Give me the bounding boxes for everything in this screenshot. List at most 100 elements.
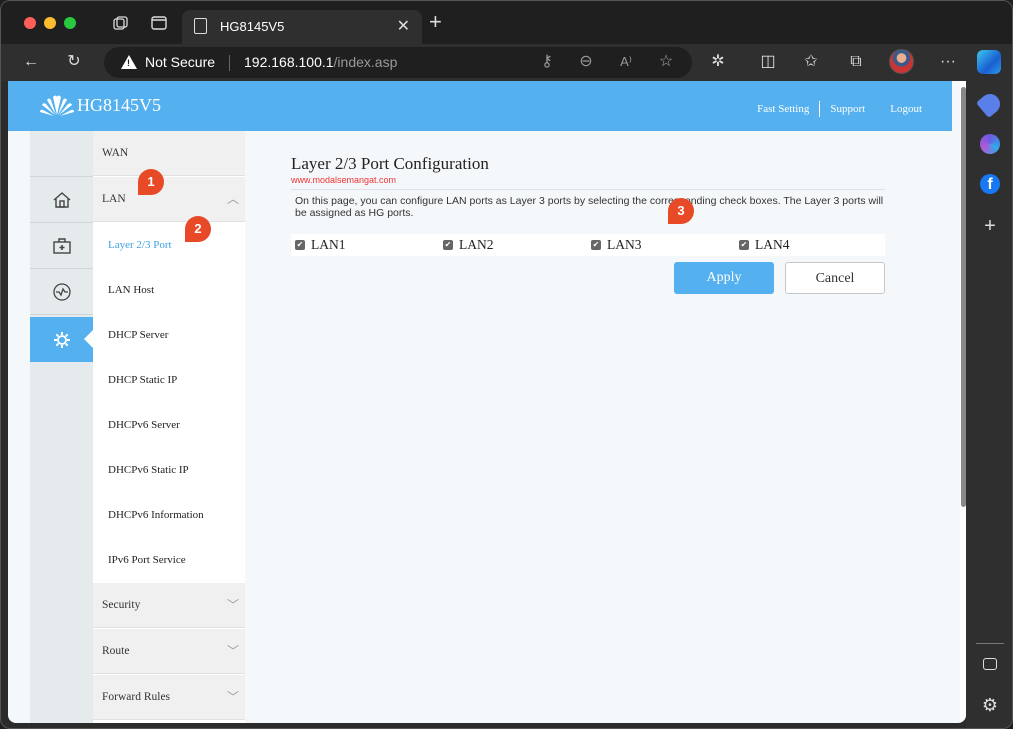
lan3-checkbox[interactable]: ✔ LAN3 xyxy=(587,237,735,253)
document-icon xyxy=(194,18,207,34)
menu-lan[interactable]: LAN ︿ xyxy=(93,177,245,222)
home-nav[interactable] xyxy=(30,177,93,223)
lan4-checkbox[interactable]: ✔ LAN4 xyxy=(735,237,883,253)
diagnose-nav[interactable] xyxy=(30,269,93,315)
maximize-window-button[interactable] xyxy=(64,17,76,29)
lan4-label: LAN4 xyxy=(755,237,790,252)
facebook-icon[interactable]: f xyxy=(980,174,1000,194)
tab-actions-icon[interactable] xyxy=(150,14,168,32)
back-icon[interactable]: ← xyxy=(21,52,41,72)
favorites-icon[interactable]: ✩ xyxy=(801,52,821,72)
menu-item-dhcp-server[interactable]: DHCP Server xyxy=(93,313,245,358)
huawei-logo-icon xyxy=(40,95,74,116)
header-link-separator xyxy=(819,101,821,117)
toolbox-nav[interactable] xyxy=(30,223,93,269)
browser-window: HG8145V5 ✕ + ← ↻ Not Secure 192.168.100.… xyxy=(0,0,1013,729)
logout-link[interactable]: Logout xyxy=(890,103,922,115)
action-buttons: Apply Cancel xyxy=(674,262,885,294)
settings-nav[interactable] xyxy=(30,317,93,362)
copilot-icon[interactable] xyxy=(977,50,1001,74)
home-icon xyxy=(53,191,70,208)
icon-nav-spacer xyxy=(30,131,93,177)
minimize-window-button[interactable] xyxy=(44,17,56,29)
lan2-label: LAN2 xyxy=(459,237,494,252)
menu-route[interactable]: Route ﹀ xyxy=(93,629,245,674)
menu-security-label: Security xyxy=(102,599,141,611)
page-title: Layer 2/3 Port Configuration xyxy=(291,154,489,173)
lan3-label: LAN3 xyxy=(607,237,642,252)
browser-toolbar: ← ↻ Not Secure 192.168.100.1/index.asp ⚷… xyxy=(1,44,1012,81)
apply-button[interactable]: Apply xyxy=(674,262,774,294)
router-model: HG8145V5 xyxy=(77,95,161,115)
new-tab-button[interactable]: + xyxy=(429,11,442,33)
lan2-checkbox[interactable]: ✔ LAN2 xyxy=(439,237,587,253)
lan1-label: LAN1 xyxy=(311,237,346,252)
menu-item-layer-2-3-port[interactable]: Layer 2/3 Port xyxy=(93,223,245,268)
checkbox-checked-icon[interactable]: ✔ xyxy=(295,240,305,250)
url-host: 192.168.100.1 xyxy=(244,54,334,70)
pulse-icon xyxy=(52,282,71,301)
watermark-text: www.modalsemangat.com xyxy=(291,175,397,185)
checkbox-checked-icon[interactable]: ✔ xyxy=(443,240,453,250)
gear-icon xyxy=(53,331,70,348)
collections-icon[interactable]: ⧉ xyxy=(846,52,866,72)
tab-strip: HG8145V5 ✕ + xyxy=(1,1,1012,44)
support-link[interactable]: Support xyxy=(830,103,865,115)
more-icon[interactable]: ··· xyxy=(938,52,958,72)
favorite-star-icon[interactable]: ☆ xyxy=(656,52,676,72)
title-divider xyxy=(291,189,885,190)
menu-item-dhcpv6-static-ip[interactable]: DHCPv6 Static IP xyxy=(93,448,245,493)
router-header: HG8145V5 Fast Setting Support Logout xyxy=(8,81,952,131)
add-sidebar-app-icon[interactable]: + xyxy=(980,216,1000,236)
extensions-icon[interactable]: ✲ xyxy=(708,52,728,72)
checkbox-checked-icon[interactable]: ✔ xyxy=(591,240,601,250)
menu-lan-label: LAN xyxy=(102,193,126,205)
checkbox-checked-icon[interactable]: ✔ xyxy=(739,240,749,250)
profile-avatar[interactable] xyxy=(889,49,914,74)
page-description: On this page, you can configure LAN port… xyxy=(295,195,884,219)
url-text[interactable]: 192.168.100.1/index.asp xyxy=(244,54,397,70)
menu-item-ipv6-port-service[interactable]: IPv6 Port Service xyxy=(93,538,245,583)
tab-close-icon[interactable]: ✕ xyxy=(397,16,410,36)
menu-item-dhcpv6-server[interactable]: DHCPv6 Server xyxy=(93,403,245,448)
cancel-button[interactable]: Cancel xyxy=(785,262,885,294)
main-content: Layer 2/3 Port Configuration www.modalse… xyxy=(291,154,885,294)
close-window-button[interactable] xyxy=(24,17,36,29)
fast-setting-link[interactable]: Fast Setting xyxy=(757,103,809,115)
hide-sidebar-icon[interactable] xyxy=(983,658,997,670)
menu-wan[interactable]: WAN xyxy=(93,131,245,176)
lan1-checkbox[interactable]: ✔ LAN1 xyxy=(291,237,439,253)
chevron-down-icon: ﹀ xyxy=(226,690,239,704)
copilot-sidebar-icon[interactable] xyxy=(980,134,1000,154)
security-label: Not Secure xyxy=(145,54,216,70)
callout-badge-2: 2 xyxy=(185,216,211,242)
menu-item-dhcpv6-information[interactable]: DHCPv6 Information xyxy=(93,493,245,538)
shopping-tag-icon[interactable] xyxy=(975,89,1005,119)
settings-menu: WAN LAN ︿ Layer 2/3 Port LAN Host DHCP Se… xyxy=(93,131,245,723)
sidebar-divider xyxy=(976,643,1004,644)
address-bar[interactable]: Not Secure 192.168.100.1/index.asp ⚷ ⊖ A… xyxy=(104,47,692,78)
port-checkbox-row: ✔ LAN1 ✔ LAN2 ✔ LAN3 ✔ LAN4 xyxy=(291,234,885,256)
warning-icon xyxy=(121,55,137,69)
zoom-out-icon[interactable]: ⊖ xyxy=(576,52,596,72)
menu-item-lan-host[interactable]: LAN Host xyxy=(93,268,245,313)
active-tab[interactable]: HG8145V5 ✕ xyxy=(182,10,422,44)
chevron-down-icon: ﹀ xyxy=(226,598,239,612)
menu-route-label: Route xyxy=(102,645,130,657)
key-icon[interactable]: ⚷ xyxy=(537,52,557,72)
sidebar-settings-icon[interactable]: ⚙ xyxy=(980,695,1000,715)
chevron-up-icon: ︿ xyxy=(226,192,239,206)
menu-item-dhcp-static-ip[interactable]: DHCP Static IP xyxy=(93,358,245,403)
menu-security[interactable]: Security ﹀ xyxy=(93,583,245,628)
workspaces-icon[interactable] xyxy=(111,14,129,32)
menu-forward-rules-label: Forward Rules xyxy=(102,691,171,703)
url-path: /index.asp xyxy=(333,54,398,70)
header-links: Fast Setting Support Logout xyxy=(757,101,922,117)
refresh-icon[interactable]: ↻ xyxy=(64,52,84,72)
edge-sidebar: f + ⚙ xyxy=(966,81,1012,728)
read-aloud-icon[interactable]: A⁾ xyxy=(616,52,636,72)
split-screen-icon[interactable]: ◫ xyxy=(758,52,778,72)
callout-badge-3: 3 xyxy=(668,198,694,224)
menu-forward-rules[interactable]: Forward Rules ﹀ xyxy=(93,675,245,720)
page-viewport: HG8145V5 Fast Setting Support Logout WAN… xyxy=(8,81,966,723)
